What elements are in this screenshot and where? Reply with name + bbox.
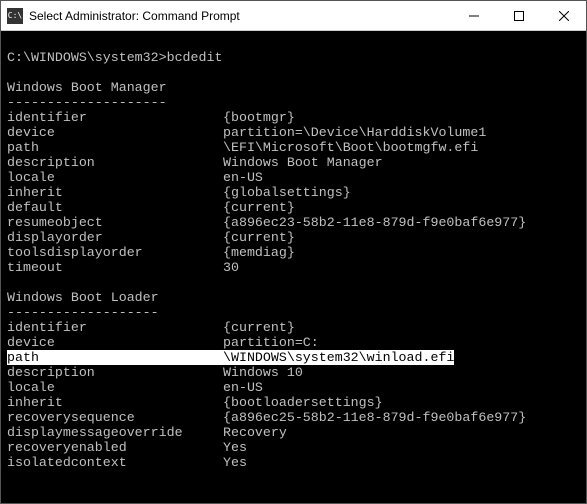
terminal-row: path\EFI\Microsoft\Boot\bootmgfw.efi bbox=[7, 140, 580, 155]
terminal-line: Windows Boot Manager bbox=[7, 80, 580, 95]
row-value: \EFI\Microsoft\Boot\bootmgfw.efi bbox=[223, 140, 478, 155]
terminal-row: recoverysequence{a896ec25-58b2-11e8-879d… bbox=[7, 410, 580, 425]
row-key: toolsdisplayorder bbox=[7, 245, 223, 260]
terminal-line: Windows Boot Loader bbox=[7, 290, 580, 305]
terminal-row: timeout30 bbox=[7, 260, 580, 275]
terminal-blank-line bbox=[7, 275, 580, 290]
row-key: locale bbox=[7, 380, 223, 395]
row-value: Yes bbox=[223, 440, 247, 455]
terminal-row: path\WINDOWS\system32\winload.efi bbox=[7, 350, 580, 365]
row-key: path bbox=[7, 350, 223, 365]
terminal-line: ------------------- bbox=[7, 305, 580, 320]
row-value: 30 bbox=[223, 260, 239, 275]
row-key: inherit bbox=[7, 185, 223, 200]
window-title: Select Administrator: Command Prompt bbox=[29, 9, 451, 23]
row-key: recoverysequence bbox=[7, 410, 223, 425]
row-key: recoveryenabled bbox=[7, 440, 223, 455]
minimize-button[interactable] bbox=[451, 1, 496, 30]
terminal-row: default{current} bbox=[7, 200, 580, 215]
terminal-blank-line bbox=[7, 470, 580, 485]
row-value: {current} bbox=[223, 230, 295, 245]
row-value: partition=C: bbox=[223, 335, 319, 350]
terminal-row: localeen-US bbox=[7, 170, 580, 185]
terminal-row: inherit{bootloadersettings} bbox=[7, 395, 580, 410]
row-key: identifier bbox=[7, 320, 223, 335]
terminal-blank-line bbox=[7, 35, 580, 50]
maximize-button[interactable] bbox=[496, 1, 541, 30]
terminal-row: identifier{current} bbox=[7, 320, 580, 335]
row-value: {bootloadersettings} bbox=[223, 395, 383, 410]
row-value: {a896ec23-58b2-11e8-879d-f9e0baf6e977} bbox=[223, 215, 526, 230]
row-value: {bootmgr} bbox=[223, 110, 295, 125]
row-key: description bbox=[7, 155, 223, 170]
terminal-blank-line bbox=[7, 65, 580, 80]
terminal-row: identifier{bootmgr} bbox=[7, 110, 580, 125]
row-key: identifier bbox=[7, 110, 223, 125]
row-key: description bbox=[7, 365, 223, 380]
row-value: Windows Boot Manager bbox=[223, 155, 383, 170]
close-button[interactable] bbox=[541, 1, 586, 30]
row-key: displaymessageoverride bbox=[7, 425, 223, 440]
window-controls bbox=[451, 1, 586, 30]
maximize-icon bbox=[514, 11, 524, 21]
row-key: timeout bbox=[7, 260, 223, 275]
row-value: en-US bbox=[223, 170, 263, 185]
row-value: en-US bbox=[223, 380, 263, 395]
row-value: {current} bbox=[223, 320, 295, 335]
row-key: device bbox=[7, 125, 223, 140]
terminal-line: C:\WINDOWS\system32>bcdedit bbox=[7, 50, 580, 65]
row-value: Recovery bbox=[223, 425, 287, 440]
terminal-row: localeen-US bbox=[7, 380, 580, 395]
close-icon bbox=[559, 11, 569, 21]
terminal-row: recoveryenabledYes bbox=[7, 440, 580, 455]
row-key: path bbox=[7, 140, 223, 155]
titlebar[interactable]: C:\ Select Administrator: Command Prompt bbox=[1, 1, 586, 31]
row-key: device bbox=[7, 335, 223, 350]
terminal-row: inherit{globalsettings} bbox=[7, 185, 580, 200]
row-value: {memdiag} bbox=[223, 245, 295, 260]
row-value: {a896ec25-58b2-11e8-879d-f9e0baf6e977} bbox=[223, 410, 526, 425]
row-value: \WINDOWS\system32\winload.efi bbox=[223, 350, 454, 365]
terminal-row: isolatedcontextYes bbox=[7, 455, 580, 470]
command-prompt-window: C:\ Select Administrator: Command Prompt… bbox=[0, 0, 587, 504]
row-key: inherit bbox=[7, 395, 223, 410]
row-key: isolatedcontext bbox=[7, 455, 223, 470]
terminal-content[interactable]: C:\WINDOWS\system32>bcdedit Windows Boot … bbox=[1, 31, 586, 503]
terminal-row: descriptionWindows Boot Manager bbox=[7, 155, 580, 170]
row-key: default bbox=[7, 200, 223, 215]
terminal-row: resumeobject{a896ec23-58b2-11e8-879d-f9e… bbox=[7, 215, 580, 230]
minimize-icon bbox=[469, 11, 479, 21]
terminal-row: displayorder{current} bbox=[7, 230, 580, 245]
row-value: {current} bbox=[223, 200, 295, 215]
terminal-row: devicepartition=C: bbox=[7, 335, 580, 350]
row-key: resumeobject bbox=[7, 215, 223, 230]
row-value: Windows 10 bbox=[223, 365, 303, 380]
row-key: locale bbox=[7, 170, 223, 185]
row-key: displayorder bbox=[7, 230, 223, 245]
terminal-line: -------------------- bbox=[7, 95, 580, 110]
row-value: partition=\Device\HarddiskVolume1 bbox=[223, 125, 486, 140]
cmd-icon: C:\ bbox=[7, 8, 23, 24]
terminal-row: devicepartition=\Device\HarddiskVolume1 bbox=[7, 125, 580, 140]
terminal-row: displaymessageoverrideRecovery bbox=[7, 425, 580, 440]
terminal-row: toolsdisplayorder{memdiag} bbox=[7, 245, 580, 260]
terminal-row: descriptionWindows 10 bbox=[7, 365, 580, 380]
row-value: Yes bbox=[223, 455, 247, 470]
row-value: {globalsettings} bbox=[223, 185, 351, 200]
